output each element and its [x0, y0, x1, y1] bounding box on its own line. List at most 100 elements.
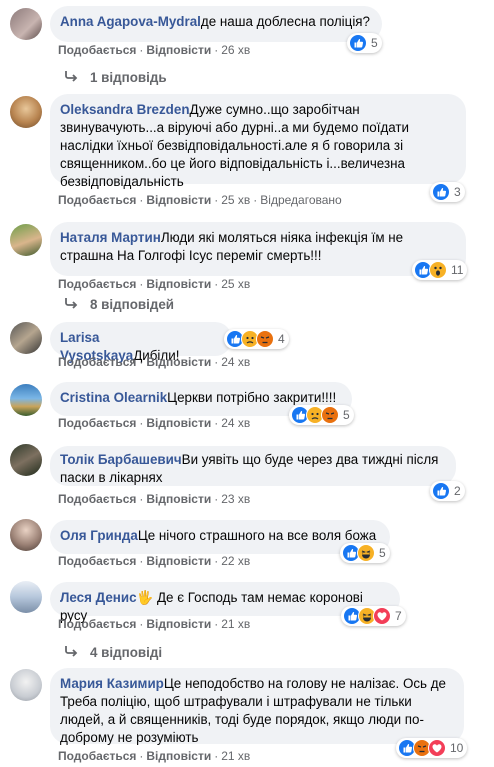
- like-button[interactable]: Подобається: [58, 416, 136, 430]
- comment-actions: Подобається · Відповісти · 23 хв: [58, 491, 250, 507]
- reaction-count: 4: [278, 332, 285, 346]
- reaction-summary[interactable]: 11: [412, 260, 468, 280]
- reaction-summary[interactable]: 5: [347, 33, 382, 53]
- comment-text: де наша доблесна поліція?: [200, 14, 370, 29]
- comment-bubble: Наталя МартинЛюди які моляться ніяка інф…: [50, 222, 466, 276]
- avatar[interactable]: [10, 384, 42, 416]
- separator: ·: [139, 416, 144, 430]
- like-button[interactable]: Подобається: [58, 749, 136, 763]
- comment-text: Це нічого страшного на все воля божа: [137, 528, 377, 543]
- comment-author[interactable]: Cristina Olearnik: [60, 390, 167, 405]
- view-replies-link[interactable]: 8 відповідей: [64, 297, 174, 312]
- comment-actions: Подобається · Відповісти · 25 хв · Відредагова…: [58, 192, 342, 208]
- reaction-summary[interactable]: 2: [430, 481, 465, 501]
- like-button[interactable]: Подобається: [58, 617, 136, 631]
- separator: ·: [139, 617, 144, 631]
- reply-button[interactable]: Відповісти: [146, 416, 211, 430]
- comment-actions: Подобається · Відповісти · 22 хв: [58, 553, 250, 569]
- like-button[interactable]: Подобається: [58, 277, 136, 291]
- separator: ·: [214, 554, 219, 568]
- comment-time[interactable]: 24 хв: [221, 416, 250, 430]
- separator: ·: [214, 43, 219, 57]
- avatar[interactable]: [10, 322, 42, 354]
- heart-icon: [428, 739, 446, 757]
- comment-time[interactable]: 25 хв: [221, 193, 250, 207]
- view-replies-link[interactable]: 4 відповіді: [64, 645, 162, 660]
- like-icon: [432, 482, 450, 500]
- separator: ·: [139, 277, 144, 291]
- comment-time[interactable]: 25 хв: [221, 277, 250, 291]
- reaction-summary[interactable]: 5: [340, 543, 390, 563]
- like-button[interactable]: Подобається: [58, 193, 136, 207]
- comment-author[interactable]: Мария Казимир: [60, 676, 164, 691]
- comment-actions: Подобається · Відповісти · 24 хв: [58, 354, 250, 370]
- reply-button[interactable]: Відповісти: [146, 43, 211, 57]
- avatar[interactable]: [10, 8, 42, 40]
- separator: ·: [214, 416, 219, 430]
- comment-actions: Подобається · Відповісти · 21 хв: [58, 616, 250, 632]
- view-replies-link[interactable]: 1 відповідь: [64, 70, 167, 85]
- like-button[interactable]: Подобається: [58, 355, 136, 369]
- separator: ·: [214, 749, 219, 763]
- edited-label: Відредаговано: [260, 193, 342, 207]
- comment-time[interactable]: 21 хв: [221, 749, 250, 763]
- reaction-summary[interactable]: 5: [289, 405, 354, 425]
- separator: ·: [139, 355, 144, 369]
- comment-bubble: Larisa VysotskayaДибіли!: [50, 322, 232, 363]
- comment-time[interactable]: 24 хв: [221, 355, 250, 369]
- comment-bubble: Anna Agapova-Mydralде наша доблесна полі…: [50, 6, 382, 42]
- separator: ·: [214, 193, 219, 207]
- reaction-count: 2: [454, 484, 461, 498]
- comment-author[interactable]: Оля Гринда: [60, 528, 138, 543]
- comment-bubble: Мария КазимирЦе неподобство на голову не…: [50, 668, 464, 745]
- haha-icon: [357, 544, 375, 562]
- comment-time[interactable]: 21 хв: [221, 617, 250, 631]
- separator: ·: [139, 492, 144, 506]
- reaction-summary[interactable]: 7: [341, 606, 406, 626]
- reply-button[interactable]: Відповісти: [146, 554, 211, 568]
- reply-button[interactable]: Відповісти: [146, 193, 211, 207]
- like-button[interactable]: Подобається: [58, 43, 136, 57]
- replies-label[interactable]: 8 відповідей: [90, 297, 174, 312]
- avatar[interactable]: [10, 96, 42, 128]
- comment-bubble: Oleksandra BrezdenДуже сумно..що заробіт…: [50, 94, 466, 189]
- comment-author[interactable]: Леся Денис: [60, 590, 137, 605]
- comment-author[interactable]: Толік Барбашевич: [60, 452, 182, 467]
- like-button[interactable]: Подобається: [58, 492, 136, 506]
- like-icon: [349, 34, 367, 52]
- comment-bubble: Оля ГриндаЦе нічого страшного на все вол…: [50, 520, 390, 554]
- reply-button[interactable]: Відповісти: [146, 277, 211, 291]
- reaction-summary[interactable]: 3: [430, 182, 465, 202]
- like-button[interactable]: Подобається: [58, 554, 136, 568]
- comment-author[interactable]: Anna Agapova-Mydral: [60, 14, 201, 29]
- separator: ·: [214, 355, 219, 369]
- reaction-summary[interactable]: 4: [224, 329, 289, 349]
- comment-time[interactable]: 23 хв: [221, 492, 250, 506]
- reply-arrow-icon: [64, 70, 78, 85]
- avatar[interactable]: [10, 519, 42, 551]
- comment-time[interactable]: 26 хв: [221, 43, 250, 57]
- comment-author[interactable]: Наталя Мартин: [60, 230, 161, 245]
- reply-button[interactable]: Відповісти: [146, 749, 211, 763]
- separator: ·: [214, 492, 219, 506]
- reaction-count: 5: [343, 408, 350, 422]
- wow-icon: [429, 261, 447, 279]
- avatar[interactable]: [10, 444, 42, 476]
- reply-arrow-icon: [64, 645, 78, 660]
- replies-label[interactable]: 1 відповідь: [90, 70, 167, 85]
- separator: ·: [253, 193, 258, 207]
- avatar[interactable]: [10, 224, 42, 256]
- avatar[interactable]: [10, 581, 42, 613]
- reaction-count: 5: [379, 546, 386, 560]
- comment-author[interactable]: Oleksandra Brezden: [60, 102, 190, 117]
- comment-time[interactable]: 22 хв: [221, 554, 250, 568]
- comment-text: Церкви потрібно закрити!!!!: [167, 390, 337, 405]
- separator: ·: [139, 554, 144, 568]
- reply-button[interactable]: Відповісти: [146, 492, 211, 506]
- reaction-summary[interactable]: 10: [396, 738, 468, 758]
- reply-button[interactable]: Відповісти: [146, 355, 211, 369]
- reply-button[interactable]: Відповісти: [146, 617, 211, 631]
- replies-label[interactable]: 4 відповіді: [90, 645, 162, 660]
- avatar[interactable]: [10, 669, 42, 701]
- comment-actions: Подобається · Відповісти · 24 хв: [58, 415, 250, 431]
